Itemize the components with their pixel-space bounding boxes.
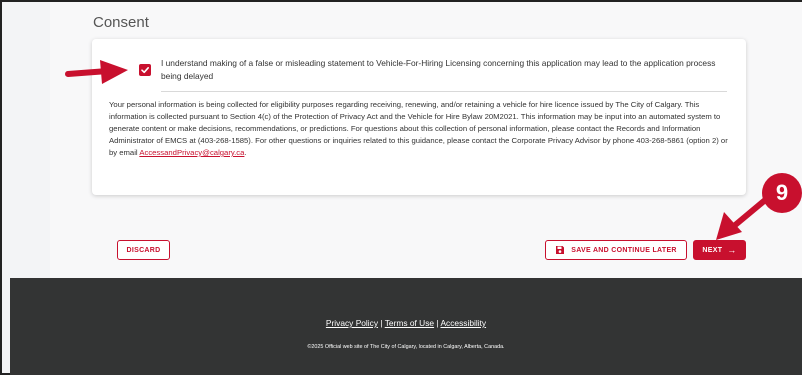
- next-button-label: NEXT: [702, 246, 723, 254]
- app-frame: Consent I understand making of a false o…: [0, 0, 802, 375]
- privacy-notice-end: .: [244, 148, 247, 157]
- arrow-right-icon: →: [727, 245, 737, 255]
- privacy-policy-link[interactable]: Privacy Policy: [326, 318, 378, 328]
- save-and-continue-later-button[interactable]: SAVE AND CONTINUE LATER: [545, 240, 687, 260]
- accessibility-link[interactable]: Accessibility: [440, 318, 486, 328]
- floppy-disk-icon: [556, 246, 565, 254]
- footer-links: Privacy Policy | Terms of Use | Accessib…: [10, 318, 802, 328]
- annotation-arrow-checkbox: [65, 60, 128, 84]
- discard-button[interactable]: DISCARD: [117, 240, 170, 260]
- privacy-email-link[interactable]: AccessandPrivacy@calgary.ca: [139, 148, 244, 157]
- footer-copyright: ©2025 Official web site of The City of C…: [307, 344, 505, 350]
- checkmark-icon: [141, 67, 149, 74]
- divider: [161, 91, 727, 92]
- privacy-notice: Your personal information is being colle…: [109, 99, 729, 159]
- next-button[interactable]: NEXT →: [693, 240, 746, 260]
- site-footer: Privacy Policy | Terms of Use | Accessib…: [10, 278, 802, 375]
- consent-label[interactable]: I understand making of a false or mislea…: [161, 57, 721, 83]
- consent-checkbox[interactable]: [139, 64, 151, 76]
- terms-of-use-link[interactable]: Terms of Use: [385, 318, 434, 328]
- footer-separator: |: [436, 318, 439, 328]
- save-button-label: SAVE AND CONTINUE LATER: [571, 246, 677, 254]
- footer-separator: |: [380, 318, 383, 328]
- section-title: Consent: [93, 14, 149, 31]
- step-number-badge: 9: [762, 173, 802, 213]
